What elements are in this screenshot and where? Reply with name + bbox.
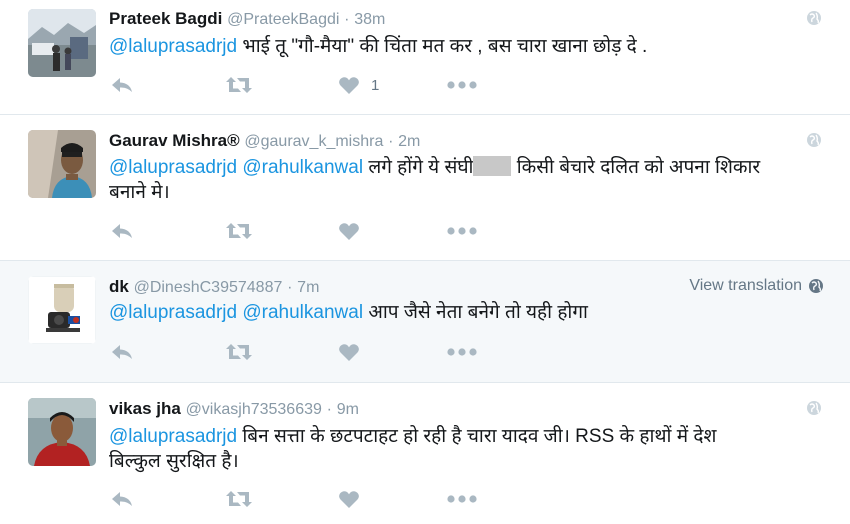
tweet-text-body: बिल्कुल सुरक्षित है। [109, 451, 239, 472]
view-translation-label: View translation [689, 277, 802, 294]
user-fullname[interactable]: vikas jha [109, 399, 181, 418]
tweet-header: vikas jha @vikasjh73536639 · 9m [109, 398, 359, 420]
tweet-actions [110, 341, 510, 363]
user-handle[interactable]: @PrateekBagdi [227, 11, 339, 28]
retweet-icon [226, 77, 252, 93]
retweet-button[interactable] [225, 488, 253, 510]
like-button[interactable]: 1 [338, 74, 379, 96]
reply-icon [112, 492, 132, 506]
user-fullname[interactable]: Prateek Bagdi [109, 9, 222, 28]
globe-icon[interactable] [806, 400, 822, 416]
reply-button[interactable] [110, 341, 134, 363]
retweet-button[interactable] [225, 220, 253, 242]
tweet-timestamp[interactable]: 9m [337, 401, 359, 418]
heart-icon [339, 344, 359, 361]
tweet-header: Gaurav Mishra® @gaurav_k_mishra · 2m [109, 130, 420, 152]
mention-link[interactable]: @rahulkanwal [242, 157, 363, 178]
more-button[interactable] [447, 74, 477, 96]
tweet-text: @laluprasadrjd बिन सत्ता के छटपटाहट हो र… [109, 424, 829, 474]
more-icon [447, 227, 477, 235]
globe-icon[interactable] [806, 10, 822, 26]
tweet-header: dk @DineshC39574887 · 7m [109, 276, 319, 298]
retweet-icon [226, 223, 252, 239]
tweet-text-body: बनाने मे। [109, 182, 170, 203]
redacted-block [473, 156, 512, 176]
mention-link[interactable]: @rahulkanwal [242, 302, 363, 323]
separator-dot: · [287, 279, 293, 296]
user-handle[interactable]: @gaurav_k_mishra [244, 133, 383, 150]
heart-icon [339, 223, 359, 240]
separator-dot: · [344, 11, 350, 28]
user-fullname[interactable]: dk [109, 277, 129, 296]
tweet-timestamp[interactable]: 2m [398, 133, 420, 150]
more-button[interactable] [447, 220, 477, 242]
more-icon [447, 495, 477, 503]
user-handle[interactable]: @vikasjh73536639 [186, 401, 322, 418]
separator-dot: · [326, 401, 332, 418]
more-button[interactable] [447, 341, 477, 363]
tweet-header: Prateek Bagdi @PrateekBagdi · 38m [109, 8, 385, 30]
avatar[interactable] [28, 9, 96, 77]
reply-icon [112, 345, 132, 359]
avatar[interactable] [28, 398, 96, 466]
tweet-actions [110, 488, 510, 510]
view-translation-link[interactable]: View translation [689, 276, 824, 296]
tweet-text-body: भाई तू "गौ-मैया" की चिंता मत कर , बस चार… [242, 36, 648, 57]
heart-icon [339, 77, 359, 94]
tweet-text-body: आप जैसे नेता बनेगे तो यही होगा [368, 302, 588, 323]
reply-icon [112, 78, 132, 92]
tweet-actions [110, 220, 510, 242]
tweet-text-body: किसी बेचारे दलित को अपना शिकार [516, 157, 761, 178]
like-count: 1 [371, 76, 380, 94]
separator-dot: · [388, 133, 394, 150]
globe-icon [809, 279, 823, 293]
tweet[interactable]: Gaurav Mishra® @gaurav_k_mishra · 2m @la… [0, 115, 850, 261]
retweet-icon [226, 491, 252, 507]
tweet[interactable]: vikas jha @vikasjh73536639 · 9m @lalupra… [0, 383, 850, 524]
like-button[interactable] [338, 341, 360, 363]
mention-link[interactable]: @laluprasadrjd [109, 426, 237, 447]
mention-link[interactable]: @laluprasadrjd [109, 157, 237, 178]
tweet[interactable]: dk @DineshC39574887 · 7m View translatio… [0, 261, 850, 383]
avatar[interactable] [28, 276, 96, 344]
tweet-text: @laluprasadrjd भाई तू "गौ-मैया" की चिंता… [109, 34, 829, 59]
more-icon [447, 81, 477, 89]
tweet-timestamp[interactable]: 38m [354, 11, 385, 28]
user-handle[interactable]: @DineshC39574887 [134, 279, 283, 296]
more-icon [447, 348, 477, 356]
retweet-icon [226, 344, 252, 360]
tweet-actions: 1 [110, 74, 510, 96]
reply-button[interactable] [110, 220, 134, 242]
tweet-text: @laluprasadrjd @rahulkanwal लगे होंगे ये… [109, 155, 829, 205]
globe-icon[interactable] [806, 132, 822, 148]
tweet-text: @laluprasadrjd @rahulkanwal आप जैसे नेता… [109, 300, 829, 325]
tweet-text-body: लगे होंगे ये संघी [368, 157, 474, 178]
reply-button[interactable] [110, 488, 134, 510]
avatar[interactable] [28, 130, 96, 198]
reply-icon [112, 224, 132, 238]
mention-link[interactable]: @laluprasadrjd [109, 36, 237, 57]
like-button[interactable] [338, 220, 360, 242]
more-button[interactable] [447, 488, 477, 510]
retweet-button[interactable] [225, 341, 253, 363]
like-button[interactable] [338, 488, 360, 510]
reply-button[interactable] [110, 74, 134, 96]
tweet[interactable]: Prateek Bagdi @PrateekBagdi · 38m @lalup… [0, 0, 850, 115]
tweet-text-body: बिन सत्ता के छटपटाहट हो रही है चारा यादव… [242, 426, 717, 447]
tweet-feed: Prateek Bagdi @PrateekBagdi · 38m @lalup… [0, 0, 850, 524]
user-fullname[interactable]: Gaurav Mishra® [109, 131, 240, 150]
retweet-button[interactable] [225, 74, 253, 96]
heart-icon [339, 491, 359, 508]
tweet-timestamp[interactable]: 7m [297, 279, 319, 296]
mention-link[interactable]: @laluprasadrjd [109, 302, 237, 323]
